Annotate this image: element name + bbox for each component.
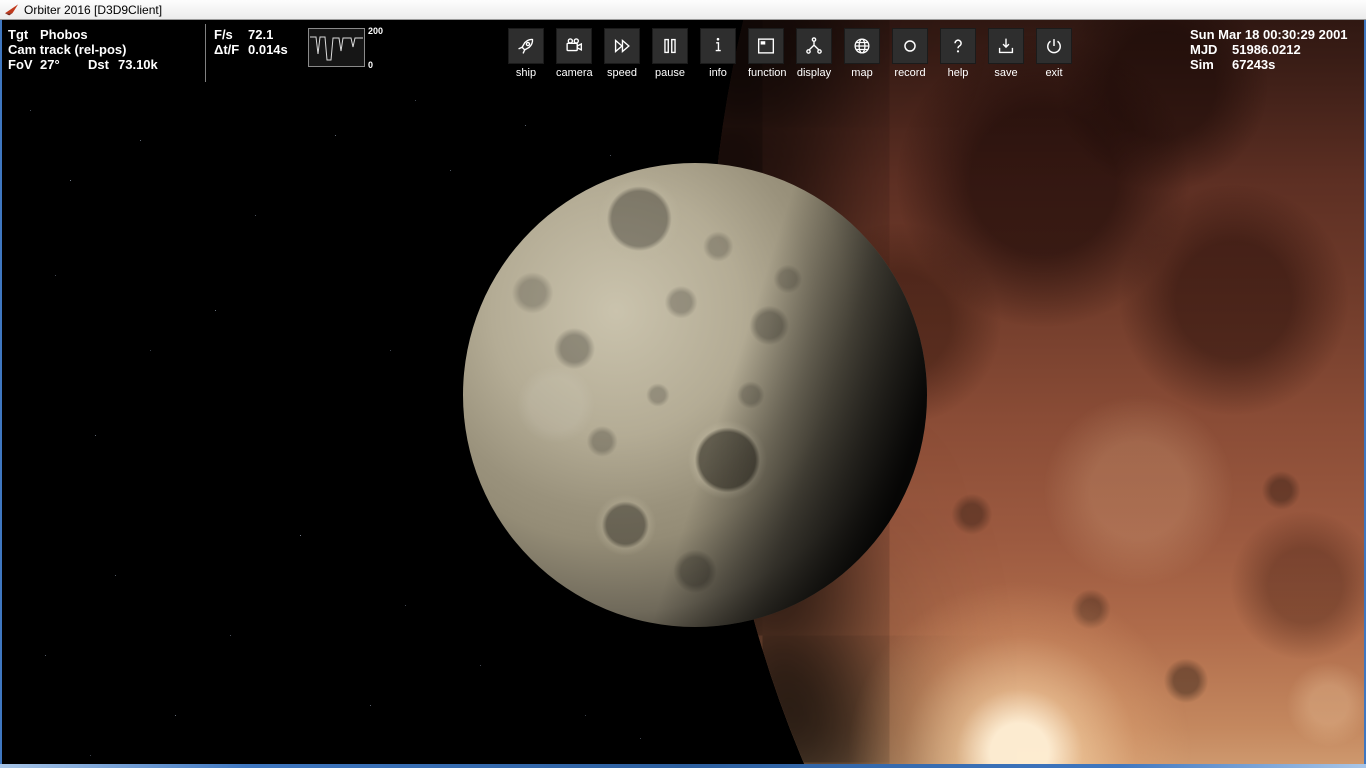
phobos-shadow-terminator bbox=[463, 163, 927, 627]
toolbar-button-camera[interactable]: camera bbox=[556, 28, 593, 79]
fov-label: FoV bbox=[8, 57, 33, 72]
toolbar-button-ship[interactable]: ship bbox=[508, 28, 544, 79]
toolbar: ship camera speed pause info function di… bbox=[508, 28, 1072, 79]
target-label: Tgt bbox=[8, 27, 29, 42]
dtf-value: 0.014s bbox=[248, 42, 288, 57]
toolbar-label-map: map bbox=[851, 67, 873, 79]
toolbar-label-help: help bbox=[947, 67, 969, 79]
phobos-moon bbox=[463, 163, 927, 627]
window-border-bottom bbox=[0, 764, 1366, 768]
graph-max-label: 200 bbox=[368, 26, 384, 36]
toolbar-label-record: record bbox=[894, 67, 926, 79]
dst-label: Dst bbox=[88, 57, 109, 72]
camera-info-block: Tgt Phobos Cam track (rel-pos) FoV 27° Dst 7… bbox=[8, 27, 158, 72]
hud-divider bbox=[205, 24, 206, 82]
toolbar-label-display: display bbox=[796, 67, 832, 79]
fps-row: F/s 72.1 bbox=[214, 27, 288, 42]
window-border-left bbox=[0, 20, 2, 768]
fast-forward-icon bbox=[614, 39, 630, 53]
toolbar-button-save[interactable]: save bbox=[988, 28, 1024, 79]
toolbar-label-ship: ship bbox=[515, 67, 537, 79]
question-mark-icon bbox=[954, 39, 962, 53]
orbiter-logo-icon bbox=[4, 4, 19, 16]
toolbar-button-info[interactable]: info bbox=[700, 28, 736, 79]
toolbar-button-display[interactable]: display bbox=[796, 28, 832, 79]
toolbar-button-record[interactable]: record bbox=[892, 28, 928, 79]
toolbar-label-save: save bbox=[994, 67, 1018, 79]
datetime-row: Sun Mar 18 00:30:29 2001 bbox=[1190, 27, 1348, 42]
fps-value: 72.1 bbox=[248, 27, 274, 42]
camera-mode-value: Cam track (rel-pos) bbox=[8, 42, 127, 57]
toolbar-button-speed[interactable]: speed bbox=[604, 28, 640, 79]
toolbar-button-exit[interactable]: exit bbox=[1036, 28, 1072, 79]
toolbar-button-function[interactable]: function bbox=[748, 28, 787, 79]
power-icon bbox=[1047, 39, 1061, 54]
datetime-value: Sun Mar 18 00:30:29 2001 bbox=[1190, 27, 1348, 42]
toolbar-label-exit: exit bbox=[1045, 67, 1063, 79]
pause-icon bbox=[664, 38, 676, 54]
frametime-graph bbox=[308, 28, 365, 67]
mjd-label: MJD bbox=[1190, 42, 1218, 57]
dtf-row: Δt/F 0.014s bbox=[214, 42, 288, 57]
toolbar-button-help[interactable]: help bbox=[940, 28, 976, 79]
info-icon bbox=[715, 37, 721, 52]
sim-label: Sim bbox=[1190, 57, 1214, 72]
camera-mode-row: Cam track (rel-pos) bbox=[8, 42, 158, 57]
toolbar-label-speed: speed bbox=[607, 67, 637, 79]
titlebar[interactable]: Orbiter 2016 [D3D9Client] bbox=[0, 0, 1366, 20]
toolbar-label-pause: pause bbox=[655, 67, 685, 79]
target-row: Tgt Phobos bbox=[8, 27, 158, 42]
framerate-block: F/s 72.1 Δt/F 0.014s bbox=[214, 27, 288, 57]
time-info-block: Sun Mar 18 00:30:29 2001 MJD 51986.0212 S… bbox=[1190, 27, 1348, 72]
fps-label: F/s bbox=[214, 27, 233, 42]
toolbar-button-pause[interactable]: pause bbox=[652, 28, 688, 79]
graph-min-label: 0 bbox=[368, 60, 374, 70]
mjd-value: 51986.0212 bbox=[1232, 42, 1301, 57]
globe-icon bbox=[854, 38, 870, 54]
toolbar-label-camera: camera bbox=[556, 67, 593, 79]
rocket-icon bbox=[518, 38, 534, 54]
target-value: Phobos bbox=[40, 27, 88, 42]
save-icon bbox=[998, 38, 1014, 54]
sim-row: Sim 67243s bbox=[1190, 57, 1348, 72]
toolbar-button-map[interactable]: map bbox=[844, 28, 880, 79]
function-window-icon bbox=[757, 38, 775, 54]
toolbar-label-function: function bbox=[748, 67, 787, 79]
frametime-graph-line bbox=[310, 36, 363, 61]
dtf-label: Δt/F bbox=[214, 42, 240, 57]
window-title: Orbiter 2016 [D3D9Client] bbox=[24, 2, 163, 17]
dst-value: 73.10k bbox=[118, 57, 158, 72]
fov-value: 27° bbox=[40, 57, 60, 72]
mjd-row: MJD 51986.0212 bbox=[1190, 42, 1348, 57]
sim-value: 67243s bbox=[1232, 57, 1276, 72]
render-viewport[interactable]: Tgt Phobos Cam track (rel-pos) FoV 27° Dst 7… bbox=[0, 20, 1366, 768]
toolbar-label-info: info bbox=[709, 67, 727, 79]
camera-icon bbox=[566, 38, 583, 52]
record-circle-icon bbox=[904, 40, 916, 52]
fov-dst-row: FoV 27° Dst 73.10k bbox=[8, 57, 158, 72]
display-tree-icon bbox=[806, 37, 822, 54]
